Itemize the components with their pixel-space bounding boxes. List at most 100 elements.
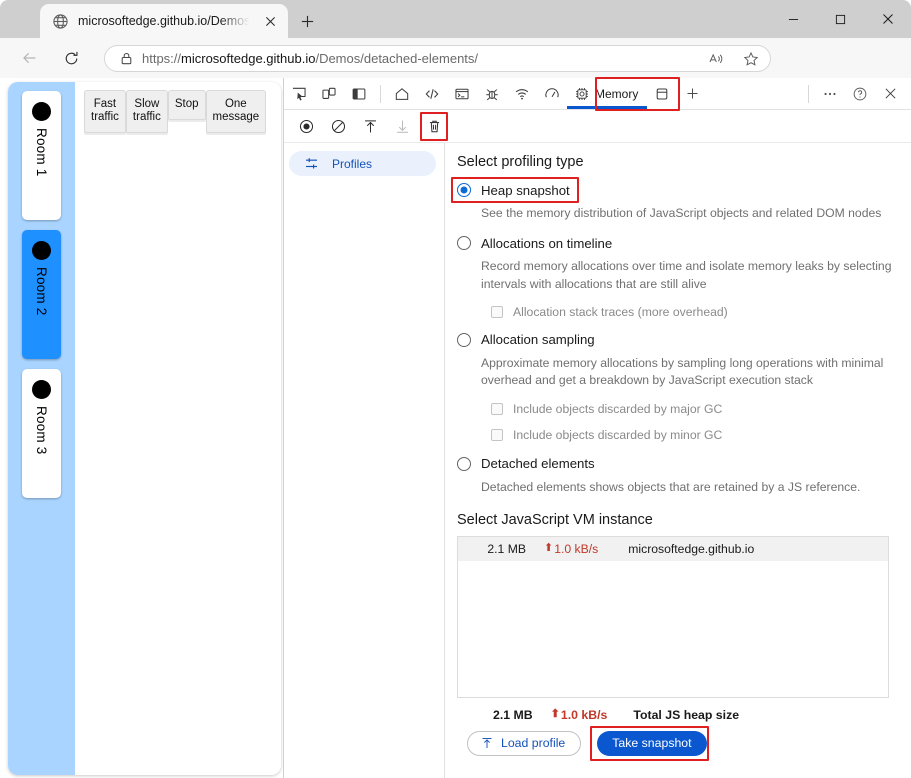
allocation-sampling-label: Allocation sampling [481, 332, 595, 348]
vm-instance-list[interactable]: 2.1 MB ⬆ 1.0 kB/s microsoftedge.github.i… [457, 535, 889, 698]
allocation-sampling-description: Approximate memory allocations by sampli… [481, 355, 884, 388]
fast-traffic-button[interactable]: Fast traffic [84, 90, 126, 134]
avatar-dot-icon [32, 380, 51, 399]
star-icon[interactable] [737, 47, 764, 70]
active-tab-underline [567, 106, 648, 109]
up-arrow-icon: ⬆ [550, 708, 560, 721]
load-profile-label: Load profile [501, 736, 566, 751]
checkbox-row-allocation-stack-traces[interactable]: Allocation stack traces (more overhead) [491, 305, 895, 319]
room-label: Room 2 [34, 267, 49, 316]
vm-instance-row[interactable]: 2.1 MB ⬆ 1.0 kB/s microsoftedge.github.i… [458, 536, 888, 561]
vm-rate-value: 1.0 kB/s [554, 541, 599, 556]
checkbox-label: Include objects discarded by minor GC [513, 427, 723, 442]
memory-panel-body: Profiles Select profiling type Heap snap… [284, 143, 911, 778]
room-item-2[interactable]: Room 2 [22, 230, 61, 359]
read-aloud-icon[interactable] [702, 47, 729, 70]
total-heap-size: 2.1 MB [493, 707, 533, 722]
radio-allocation-sampling[interactable] [457, 332, 471, 347]
device-emulation-icon[interactable] [314, 81, 344, 107]
maximize-icon [835, 14, 846, 25]
memory-footer-buttons: Load profile Take snapshot [467, 725, 895, 761]
profiling-type-content: Select profiling type Heap snapshot See … [445, 143, 911, 778]
radio-detached-elements[interactable] [457, 456, 471, 471]
profiling-option-heap-snapshot: Heap snapshot See the memory distributio… [451, 177, 895, 222]
room-label: Room 1 [34, 128, 49, 177]
console-icon[interactable] [447, 81, 477, 107]
checkbox-label: Allocation stack traces (more overhead) [513, 304, 728, 319]
checkbox-include-major-gc[interactable] [491, 402, 503, 415]
address-bar[interactable]: https://microsoftedge.github.io/Demos/de… [104, 45, 771, 72]
detached-elements-radio-row[interactable]: Detached elements [457, 453, 895, 475]
devtools-help-button[interactable] [845, 81, 875, 107]
dock-side-icon[interactable] [344, 81, 374, 107]
load-profile-button[interactable] [354, 112, 386, 140]
slow-traffic-button[interactable]: Slow traffic [125, 90, 168, 134]
up-arrow-icon: ⬆ [544, 542, 554, 555]
avatar-dot-icon [32, 102, 51, 121]
allocations-timeline-description: Record memory allocations over time and … [481, 259, 892, 291]
maximize-button[interactable] [817, 0, 864, 38]
devtools-left-sidebar: Profiles [284, 143, 445, 778]
question-circle-icon [852, 86, 868, 102]
address-bar-url: https://microsoftedge.github.io/Demos/de… [142, 51, 694, 66]
inspect-element-icon[interactable] [284, 81, 314, 107]
record-button[interactable] [290, 112, 322, 140]
globe-icon [52, 13, 69, 30]
clear-button[interactable] [322, 112, 354, 140]
save-profile-button[interactable] [386, 112, 418, 140]
heap-snapshot-label: Heap snapshot [481, 182, 570, 198]
plus-icon [300, 14, 315, 29]
url-path: /Demos/detached-elements/ [315, 51, 479, 66]
demo-button-row: Fast traffic Slow traffic Stop One messa… [84, 90, 281, 134]
total-rate-value: 1.0 kB/s [560, 707, 608, 722]
browser-navbar: https://microsoftedge.github.io/Demos/de… [0, 38, 911, 105]
minimize-button[interactable] [770, 0, 817, 38]
application-storage-icon[interactable] [647, 81, 677, 107]
welcome-home-icon[interactable] [387, 81, 417, 107]
heap-snapshot-radio-row[interactable]: Heap snapshot [451, 177, 895, 203]
room-item-1[interactable]: Room 1 [22, 91, 61, 220]
elements-icon[interactable] [417, 81, 447, 107]
devtools-close-button[interactable] [875, 81, 905, 107]
demo-app: Room 1 Room 2 Room 3 Fast traffic Slow t… [8, 82, 281, 775]
take-snapshot-button[interactable]: Take snapshot [597, 730, 707, 756]
checkbox-include-minor-gc[interactable] [491, 428, 503, 441]
allocations-timeline-radio-row[interactable]: Allocations on timeline [457, 232, 895, 254]
more-tabs-plus-icon[interactable] [677, 81, 707, 107]
checkbox-row-minor-gc[interactable]: Include objects discarded by minor GC [491, 428, 895, 442]
room-label: Room 3 [34, 406, 49, 455]
load-profile-button-footer[interactable]: Load profile [467, 730, 582, 756]
detached-elements-label: Detached elements [481, 456, 595, 472]
new-tab-button[interactable] [294, 9, 320, 33]
avatar-dot-icon [32, 241, 51, 260]
sources-bug-icon[interactable] [477, 81, 507, 107]
delete-profile-button[interactable] [418, 112, 450, 141]
ellipsis-icon [822, 86, 838, 102]
browser-titlebar: microsoftedge.github.io/Demos/d [0, 0, 911, 38]
tab-memory[interactable]: Memory [567, 78, 648, 109]
checkbox-allocation-stack-traces[interactable] [491, 305, 503, 318]
devtools-more-tools-button[interactable] [815, 81, 845, 107]
close-icon [882, 13, 894, 25]
tab-title: microsoftedge.github.io/Demos/d [78, 14, 251, 28]
sidebar-item-profiles[interactable]: Profiles [289, 151, 436, 176]
browser-tab[interactable]: microsoftedge.github.io/Demos/d [40, 4, 288, 38]
heap-snapshot-description: See the memory distribution of JavaScrip… [481, 206, 882, 220]
allocation-sampling-radio-row[interactable]: Allocation sampling [457, 329, 895, 351]
one-message-button[interactable]: One message [205, 90, 267, 134]
radio-heap-snapshot[interactable] [457, 183, 471, 197]
vm-instance-name: microsoftedge.github.io [628, 541, 755, 556]
radio-allocations-on-timeline[interactable] [457, 236, 471, 251]
sidebar-item-label: Profiles [332, 156, 373, 171]
room-item-3[interactable]: Room 3 [22, 369, 61, 498]
profiling-option-allocations-timeline: Allocations on timeline Record memory al… [457, 232, 895, 319]
close-icon[interactable] [260, 11, 280, 31]
performance-gauge-icon[interactable] [537, 81, 567, 107]
close-window-button[interactable] [864, 0, 911, 38]
network-wifi-icon[interactable] [507, 81, 537, 107]
checkbox-row-major-gc[interactable]: Include objects discarded by major GC [491, 402, 895, 416]
allocations-timeline-label: Allocations on timeline [481, 235, 613, 251]
stop-button[interactable]: Stop [167, 90, 206, 121]
back-button[interactable] [14, 43, 46, 73]
reload-button[interactable] [55, 43, 87, 73]
